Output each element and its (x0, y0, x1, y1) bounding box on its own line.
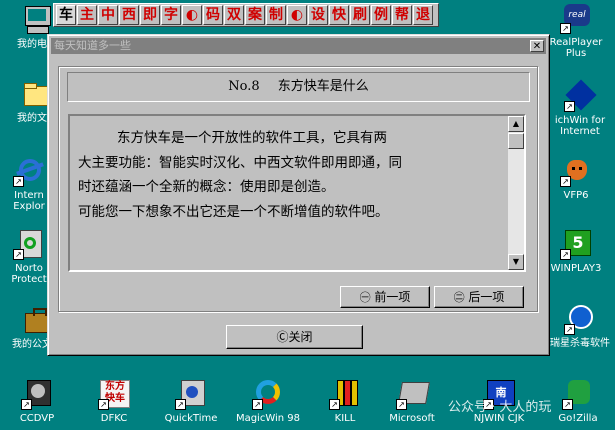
desktop-icon-quicktime[interactable]: ↗ QuickTime (156, 378, 226, 424)
dfkc-toolbar: 车主中西即字 ◐ 码双案制 ◐ 设快刷例帮退 (53, 3, 439, 27)
toolbar-button-6[interactable]: ◐ (182, 5, 202, 25)
computer-icon (21, 4, 53, 36)
toolbar-button-10[interactable]: 制 (266, 5, 286, 25)
shortcut-arrow-icon: ↗ (98, 399, 109, 410)
shortcut-arrow-icon: ↗ (21, 399, 32, 410)
microsoft-icon: ↗ (396, 378, 430, 410)
toolbar-button-2[interactable]: 中 (98, 5, 118, 25)
shortcut-arrow-icon: ↗ (560, 249, 571, 260)
shortcut-arrow-icon: ↗ (560, 176, 571, 187)
dialog-title: 每天知道多一些 (54, 39, 131, 52)
desktop-icon-richwin[interactable]: ↗ ichWin for Internet (545, 79, 615, 137)
dfkc-icon: 东方 快车 ↗ (98, 378, 130, 410)
tip-of-the-day-dialog: 每天知道多一些 ✕ No.8 东方快车是什么 东方快车是一个开放性的软件工具，它具… (47, 34, 550, 356)
tip-heading: No.8 东方快车是什么 (67, 72, 530, 102)
gozilla-icon: ↗ (562, 378, 594, 410)
scroll-up-icon[interactable]: ▲ (508, 116, 524, 132)
scroll-thumb[interactable] (508, 133, 524, 149)
prev-hotkey: ㊀ (359, 291, 371, 304)
tip-line: 时还蕴涵一个全新的概念：使用即是创造。 (78, 179, 335, 195)
shortcut-arrow-icon: ↗ (329, 399, 340, 410)
ccdvp-icon: ↗ (21, 378, 53, 410)
dialog-titlebar[interactable]: 每天知道多一些 ✕ (51, 38, 546, 54)
prev-label: 前一项 (374, 290, 411, 304)
desktop-icon-gozilla[interactable]: ↗ Go!Zilla (543, 378, 613, 424)
shortcut-arrow-icon: ↗ (13, 176, 24, 187)
recycle-icon: ↗ (13, 228, 45, 260)
toolbar-button-4[interactable]: 即 (140, 5, 160, 25)
toolbar-button-14[interactable]: 刷 (350, 5, 370, 25)
kill-icon: ↗ (329, 378, 361, 410)
ie-icon: ↗ (13, 155, 45, 187)
richwin-icon: ↗ (564, 79, 597, 112)
toolbar-button-16[interactable]: 帮 (392, 5, 412, 25)
close-dialog-button[interactable]: Ⓒ关闭 (226, 325, 363, 349)
toolbar-button-9[interactable]: 案 (245, 5, 265, 25)
toolbar-button-8[interactable]: 双 (224, 5, 244, 25)
toolbar-button-5[interactable]: 字 (161, 5, 181, 25)
shortcut-arrow-icon: ↗ (564, 101, 575, 112)
desktop-icon-ccdvp[interactable]: ↗ CCDVP (2, 378, 72, 424)
shortcut-arrow-icon: ↗ (396, 399, 407, 410)
vertical-scrollbar[interactable]: ▲ ▼ (508, 116, 524, 270)
toolbar-button-11[interactable]: ◐ (287, 5, 307, 25)
tip-line: 东方快车是一个开放性的软件工具，它具有两 (117, 130, 387, 146)
scroll-down-icon[interactable]: ▼ (508, 254, 524, 270)
watermark: 公众号 · 大人的玩 (448, 400, 552, 415)
quicktime-icon: ↗ (175, 378, 207, 410)
tip-body: 东方快车是一个开放性的软件工具，它具有两 大主要功能：智能实时汉化、中西文软件即… (78, 126, 500, 224)
shortcut-arrow-icon: ↗ (562, 399, 573, 410)
desktop-icon-winplay3[interactable]: 5 ↗ WINPLAY3 (541, 228, 611, 274)
toolbar-button-12[interactable]: 设 (308, 5, 328, 25)
desktop-icon-magicwin[interactable]: ↗ MagicWin 98 (233, 378, 303, 424)
close-icon[interactable]: ✕ (530, 40, 544, 52)
next-hotkey: ㊁ (453, 291, 465, 304)
desktop-icon-realplayer[interactable]: real ↗ RealPlayer Plus (541, 2, 611, 59)
toolbar-button-15[interactable]: 例 (371, 5, 391, 25)
tip-text-area[interactable]: 东方快车是一个开放性的软件工具，它具有两 大主要功能：智能实时汉化、中西文软件即… (68, 114, 526, 272)
tip-line: 大主要功能：智能实时汉化、中西文软件即用即通，同 (78, 154, 402, 171)
fox-icon: ↗ (560, 155, 592, 187)
next-label: 后一项 (468, 290, 505, 304)
shortcut-arrow-icon: ↗ (564, 324, 575, 335)
toolbar-button-3[interactable]: 西 (119, 5, 139, 25)
prev-button[interactable]: ㊀ 前一项 (340, 286, 430, 308)
next-button[interactable]: ㊁ 后一项 (434, 286, 524, 308)
toolbar-button-7[interactable]: 码 (203, 5, 223, 25)
toolbar-button-17[interactable]: 退 (413, 5, 433, 25)
desktop-icon-dfkc[interactable]: 东方 快车 ↗ DFKC (79, 378, 149, 424)
shortcut-arrow-icon: ↗ (13, 249, 24, 260)
shortcut-arrow-icon: ↗ (175, 399, 186, 410)
realplayer-icon: real ↗ (560, 2, 592, 34)
toolbar-button-1[interactable]: 主 (77, 5, 97, 25)
tip-line: 可能您一下想象不出它还是一个不断增值的软件吧。 (78, 203, 389, 220)
magicwin-icon: ↗ (252, 378, 284, 410)
shortcut-arrow-icon: ↗ (252, 399, 263, 410)
rising-icon: ↗ (564, 303, 596, 335)
desktop-icon-rising[interactable]: ↗ 瑞星杀毒软件 (545, 303, 615, 349)
shortcut-arrow-icon: ↗ (560, 23, 571, 34)
tip-number: No.8 (228, 79, 260, 94)
toolbar-button-13[interactable]: 快 (329, 5, 349, 25)
desktop-icon-vfp6[interactable]: ↗ VFP6 (541, 155, 611, 201)
desktop-icon-microsoft[interactable]: ↗ Microsoft (377, 378, 447, 424)
desktop-icon-kill[interactable]: ↗ KILL (310, 378, 380, 424)
winplay-icon: 5 ↗ (560, 228, 592, 260)
tip-title: 东方快车是什么 (277, 79, 369, 94)
